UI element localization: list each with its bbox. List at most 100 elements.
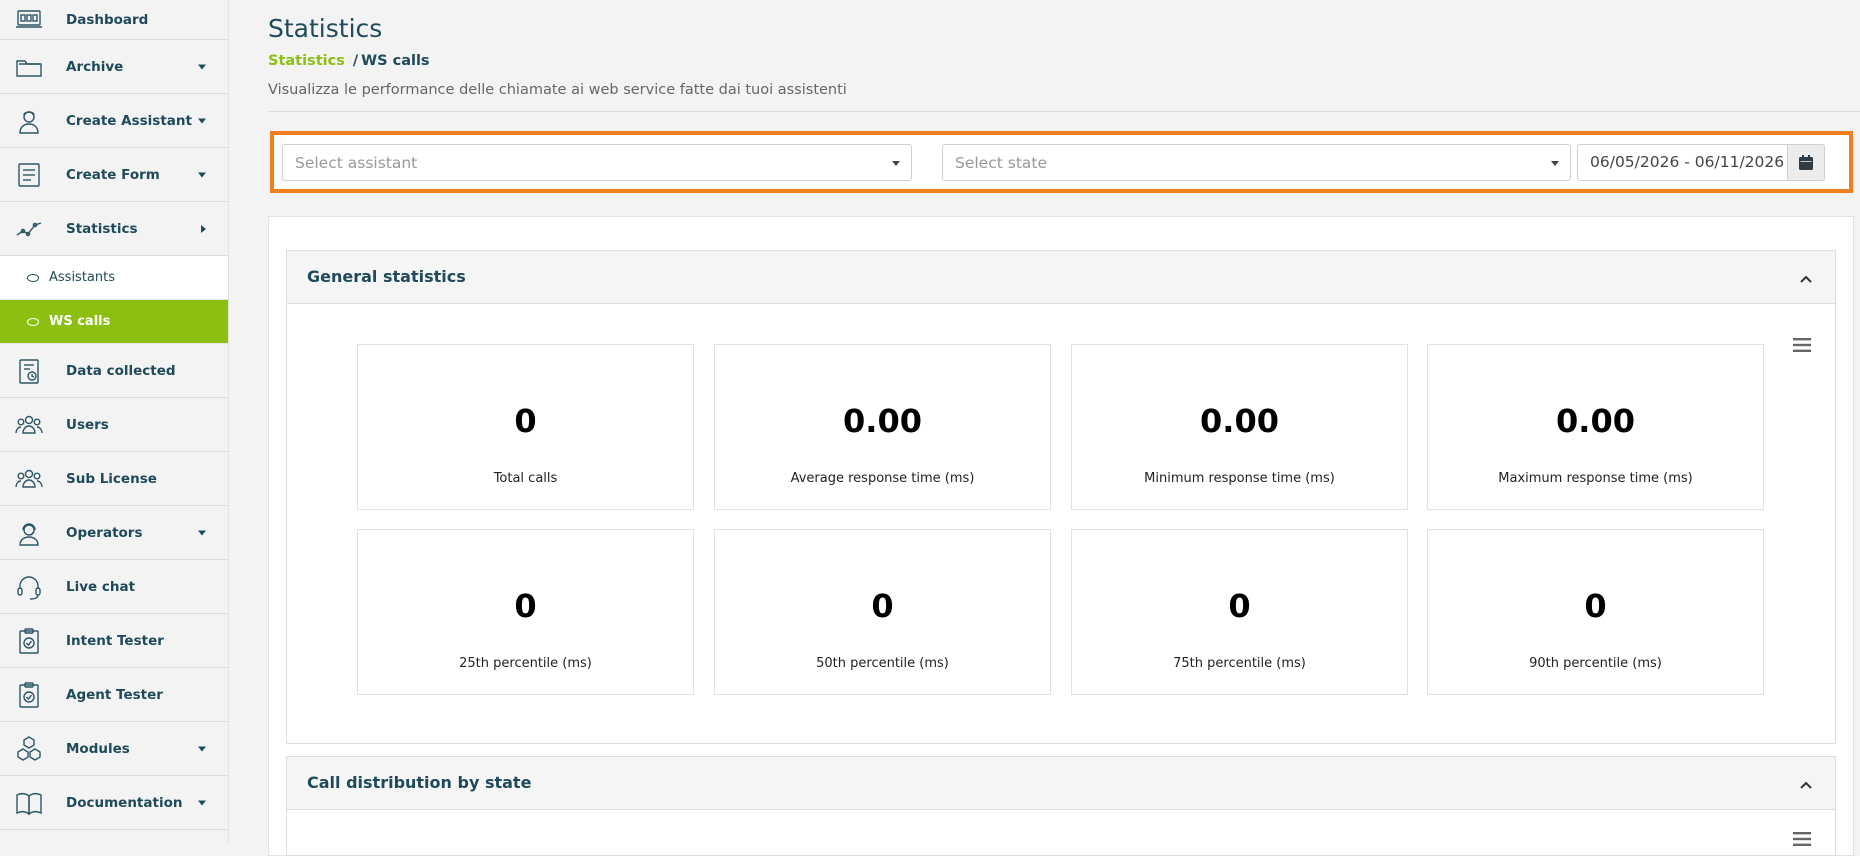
sidebar-item-label: Create Form	[66, 166, 160, 183]
stat-value: 0	[514, 587, 537, 625]
call-distribution-panel: Call distribution by state	[286, 756, 1836, 856]
page-title: Statistics	[268, 14, 383, 43]
sidebar-item-create-assistant[interactable]: Create Assistant	[0, 94, 228, 148]
breadcrumb-separator: /	[352, 53, 359, 69]
stat-card-total-calls: 0 Total calls	[357, 344, 694, 510]
chevron-down-icon	[198, 118, 206, 123]
chevron-down-icon	[892, 161, 900, 166]
stat-value: 0.00	[1200, 402, 1279, 440]
calendar-icon	[1799, 155, 1813, 170]
hamburger-menu-icon[interactable]	[1793, 831, 1811, 850]
sidebar-item-statistics[interactable]: Statistics	[0, 202, 228, 256]
breadcrumb-current: WS calls	[361, 53, 430, 69]
statistics-icon	[14, 214, 44, 244]
select-state[interactable]: Select state	[942, 144, 1571, 181]
hamburger-menu-icon[interactable]	[1793, 337, 1811, 356]
stat-value: 0	[1584, 587, 1607, 625]
general-statistics-title: General statistics	[307, 267, 466, 286]
sidebar-item-live-chat[interactable]: Live chat	[0, 560, 228, 614]
select-assistant[interactable]: Select assistant	[282, 144, 912, 181]
stat-card-25th-percentile: 0 25th percentile (ms)	[357, 529, 694, 695]
sidebar-subitem-label: Assistants	[49, 270, 115, 285]
sidebar-item-data-collected[interactable]: Data collected	[0, 344, 228, 398]
calendar-button[interactable]	[1787, 144, 1825, 181]
sidebar-item-label: Agent Tester	[66, 686, 163, 703]
stat-card-average-response-time: 0.00 Average response time (ms)	[714, 344, 1051, 510]
sidebar-item-create-form[interactable]: Create Form	[0, 148, 228, 202]
chevron-down-icon	[198, 746, 206, 751]
call-distribution-header[interactable]: Call distribution by state	[287, 757, 1835, 810]
sidebar-item-label: Users	[66, 416, 109, 433]
dashboard-icon	[14, 5, 44, 35]
stat-card-50th-percentile: 0 50th percentile (ms)	[714, 529, 1051, 695]
stats-card: General statistics 0 Total calls 0.00 Av…	[268, 216, 1854, 856]
sidebar-item-intent-tester[interactable]: Intent Tester	[0, 614, 228, 668]
sidebar-item-dashboard[interactable]: Dashboard	[0, 0, 228, 40]
book-icon	[14, 788, 44, 818]
stat-label: Maximum response time (ms)	[1498, 471, 1693, 486]
sidebar-item-sub-license[interactable]: Sub License	[0, 452, 228, 506]
chevron-right-icon	[201, 224, 206, 233]
modules-icon	[14, 734, 44, 764]
chevron-down-icon	[198, 64, 206, 69]
main-content: Statistics Statistics / WS calls Visualizz…	[228, 0, 1860, 856]
filters-bar: Select assistant Select state 06/05/2026…	[270, 131, 1853, 193]
call-distribution-title: Call distribution by state	[307, 773, 532, 792]
chevron-up-icon[interactable]	[1799, 269, 1813, 288]
header-divider	[268, 111, 1860, 112]
sidebar: Dashboard Archive Create Assistant Creat…	[0, 0, 229, 843]
chevron-down-icon	[198, 530, 206, 535]
stat-value: 0	[514, 402, 537, 440]
sidebar-subitem-ws-calls[interactable]: WS calls	[0, 300, 228, 344]
chevron-down-icon	[198, 172, 206, 177]
sidebar-item-archive[interactable]: Archive	[0, 40, 228, 94]
assistant-icon	[14, 106, 44, 136]
sidebar-item-users[interactable]: Users	[0, 398, 228, 452]
sidebar-subitem-label: WS calls	[49, 314, 111, 329]
stat-card-90th-percentile: 0 90th percentile (ms)	[1427, 529, 1764, 695]
sidebar-item-label: Intent Tester	[66, 632, 164, 649]
sidebar-item-label: Modules	[66, 740, 130, 757]
stat-value: 0.00	[1556, 402, 1635, 440]
sub-license-icon	[14, 464, 44, 494]
sidebar-item-label: Data collected	[66, 362, 176, 379]
sidebar-item-label: Create Assistant	[66, 112, 192, 129]
clipboard-check-icon	[14, 626, 44, 656]
headset-icon	[14, 572, 44, 602]
sidebar-subitem-assistants[interactable]: Assistants	[0, 256, 228, 300]
stat-label: Minimum response time (ms)	[1144, 471, 1335, 486]
stat-value: 0.00	[843, 402, 922, 440]
stat-card-maximum-response-time: 0.00 Maximum response time (ms)	[1427, 344, 1764, 510]
stat-value: 0	[871, 587, 894, 625]
users-icon	[14, 410, 44, 440]
stat-label: Total calls	[493, 471, 558, 486]
stat-label: 75th percentile (ms)	[1173, 656, 1306, 671]
general-statistics-panel: General statistics 0 Total calls 0.00 Av…	[286, 250, 1836, 744]
select-assistant-placeholder: Select assistant	[295, 154, 418, 172]
sidebar-item-modules[interactable]: Modules	[0, 722, 228, 776]
breadcrumb: Statistics / WS calls	[268, 53, 430, 69]
breadcrumb-link-statistics[interactable]: Statistics	[268, 53, 345, 69]
form-icon	[14, 160, 44, 190]
stat-label: 25th percentile (ms)	[459, 656, 592, 671]
sidebar-item-label: Operators	[66, 524, 143, 541]
stat-label: 50th percentile (ms)	[816, 656, 949, 671]
sidebar-item-documentation[interactable]: Documentation	[0, 776, 228, 830]
stat-value: 0	[1228, 587, 1251, 625]
chevron-down-icon	[1551, 161, 1559, 166]
sidebar-item-agent-tester[interactable]: Agent Tester	[0, 668, 228, 722]
chevron-up-icon[interactable]	[1799, 775, 1813, 794]
date-range-input[interactable]: 06/05/2026 - 06/11/2026	[1577, 144, 1788, 181]
circle-icon	[27, 317, 39, 326]
sidebar-item-label: Statistics	[66, 220, 138, 237]
chevron-down-icon	[198, 800, 206, 805]
select-state-placeholder: Select state	[955, 154, 1048, 172]
stat-label: 90th percentile (ms)	[1529, 656, 1662, 671]
stat-label: Average response time (ms)	[790, 471, 975, 486]
general-statistics-header[interactable]: General statistics	[287, 251, 1835, 304]
sidebar-item-label: Archive	[66, 58, 124, 75]
circle-icon	[27, 273, 39, 282]
folder-icon	[14, 52, 44, 82]
sidebar-item-operators[interactable]: Operators	[0, 506, 228, 560]
clipboard-check-icon	[14, 680, 44, 710]
